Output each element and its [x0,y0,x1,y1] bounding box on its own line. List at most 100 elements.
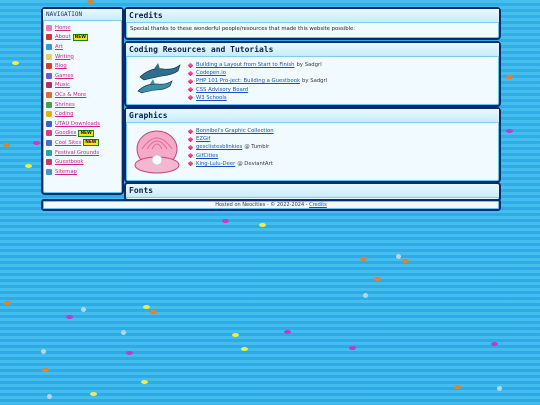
graphics-suffix: @ DeviantArt [237,160,273,167]
fish-decoration [90,392,97,396]
fish-decoration [41,349,46,354]
navigation-panel: NAVIGATION Home About NEW Art Writing Blog Gam… [41,7,124,195]
blog-icon [46,63,52,70]
nav-item-music[interactable]: Music [46,81,119,91]
nav-link[interactable]: Guestbook [55,159,83,165]
nav-link[interactable]: About [55,34,71,40]
fish-decoration [232,333,239,337]
fish-decoration [141,380,148,384]
nav-link[interactable]: Shrines [55,102,75,108]
fish-decoration [363,293,368,298]
nav-item-shrines[interactable]: Shrines [46,100,119,110]
fish-decoration [396,254,401,259]
graphics-link[interactable]: EZGif [196,136,210,142]
utau-icon [46,120,52,127]
shrines-icon [46,101,52,108]
coding-item: W3 Schools [187,94,327,102]
nav-item-about[interactable]: About NEW [46,33,119,43]
coding-link[interactable]: W3 Schools [196,95,227,101]
navigation-list: Home About NEW Art Writing Blog Games Music OCs … [43,21,122,179]
fish-decoration [284,330,291,334]
festival-icon [46,149,52,156]
coding-link[interactable]: Building a Layout from Start to Finish [196,62,295,68]
nav-item-games[interactable]: Games [46,71,119,81]
bullet-icon [187,70,194,77]
nav-item-blog[interactable]: Blog [46,61,119,71]
coding-link[interactable]: CSS Advisory Board [196,87,248,93]
nav-link[interactable]: Writing [55,54,74,60]
games-icon [46,72,52,79]
coding-link[interactable]: Codepen.io [196,70,226,76]
coding-link[interactable]: PHP 101 Pro-ject: Building a Guestbook [196,78,300,84]
fish-decoration [47,394,52,399]
seashell-pearl-art [134,130,180,174]
nav-link[interactable]: Games [55,73,74,79]
dolphins-art [137,63,181,94]
graphics-link[interactable]: King-Lulu-Deer [196,161,235,167]
fish-decoration [12,61,19,65]
nav-item-coding[interactable]: Coding [46,109,119,119]
nav-link[interactable]: Coding [55,111,74,117]
graphics-list: Bonnibel's Graphic Collection EZGif gescli… [187,127,276,168]
fish-decoration [87,0,94,4]
bullet-icon [187,78,194,85]
fish-decoration [491,342,498,346]
fish-decoration [374,277,381,281]
guestbook-icon [46,159,52,166]
fish-decoration [121,330,126,335]
nav-item-home[interactable]: Home [46,23,119,33]
fonts-title: Fonts [126,184,499,198]
graphics-suffix: @ Tumblr [244,144,270,151]
nav-link[interactable]: UTAU Downloads [55,121,100,127]
nav-item-goodies[interactable]: Goodies NEW [46,129,119,139]
nav-link[interactable]: Home [55,25,71,31]
nav-link[interactable]: Art [55,44,63,50]
nav-item-art[interactable]: Art [46,42,119,52]
footer-credits-link[interactable]: Credits [309,202,327,208]
bullet-icon [187,152,194,159]
graphics-item: GifCities [187,152,276,160]
nav-link[interactable]: Music [55,82,70,88]
new-badge: NEW [83,139,99,147]
coding-suffix: by Sadgrl [296,62,322,69]
graphics-link[interactable]: gesclistesblinkies [196,144,242,150]
nav-item-guestbook[interactable]: Guestbook [46,157,119,167]
nav-link[interactable]: Sitemap [55,169,77,175]
music-icon [46,82,52,89]
fish-decoration [259,223,266,227]
fish-decoration [454,385,461,389]
home-icon [46,24,52,31]
fish-decoration [360,257,367,261]
credits-title: Credits [126,9,499,23]
graphics-item: Bonnibel's Graphic Collection [187,127,276,135]
nav-item-cool-sites[interactable]: Cool Sites NEW [46,138,119,148]
fish-decoration [497,386,502,391]
fish-decoration [33,141,40,145]
graphics-item: King-Lulu-Deer @ DeviantArt [187,160,276,168]
nav-link[interactable]: Blog [55,63,67,69]
graphics-item: gesclistesblinkies @ Tumblr [187,143,276,151]
goodies-icon [46,130,52,137]
nav-link[interactable]: Goodies [55,130,76,136]
nav-link[interactable]: Cool Sites [55,140,81,146]
footer-text: Hosted on Neocities - © 2022-2024 - [215,202,308,208]
credits-text: Special thanks to these wonderful people… [130,26,356,32]
fish-decoration [3,143,10,147]
nav-item-utau-downloads[interactable]: UTAU Downloads [46,119,119,129]
fish-decoration [402,259,409,263]
fish-decoration [143,305,150,309]
bullet-icon [187,95,194,101]
nav-item-writing[interactable]: Writing [46,52,119,62]
nav-link[interactable]: Festival Grounds [55,150,99,156]
nav-item-sitemap[interactable]: Sitemap [46,167,119,177]
fish-decoration [126,351,133,355]
graphics-link[interactable]: GifCities [196,153,218,159]
nav-link[interactable]: OCs & More [55,92,86,98]
sitemap-icon [46,168,52,175]
graphics-link[interactable]: Bonnibel's Graphic Collection [196,128,274,134]
coding-resources-title: Coding Resources and Tutorials [126,43,499,57]
nav-item-festival-grounds[interactable]: Festival Grounds [46,148,119,158]
fish-decoration [4,301,11,305]
nav-item-ocs-more[interactable]: OCs & More [46,90,119,100]
bullet-icon [187,86,194,93]
